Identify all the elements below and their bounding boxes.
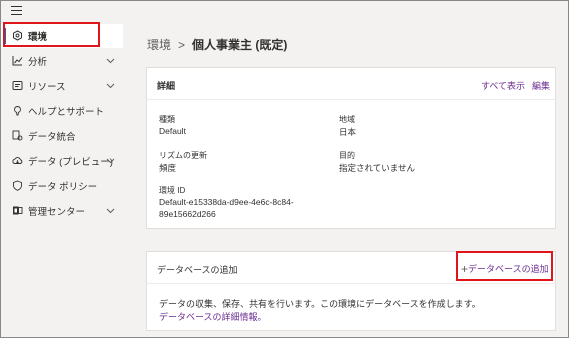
add-database-button[interactable]: +データベースの追加 — [461, 261, 549, 276]
chevron-down-icon[interactable] — [106, 156, 115, 165]
sidebar-item-label: データ統合 — [28, 132, 76, 143]
card-divider — [147, 283, 555, 284]
sidebar-item-data-policies[interactable]: データ ポリシー — [1, 174, 123, 198]
resources-icon — [12, 80, 23, 91]
breadcrumb: 環境 > 個人事業主 (既定) — [147, 36, 287, 53]
sidebar-item-label: ヘルプとサポート — [28, 107, 105, 118]
details-card: 詳細 すべて表示 編集 種類 Default 地域 日本 リズムの更新 頻度 目… — [146, 67, 556, 229]
purpose-label: 目的 — [339, 151, 355, 160]
database-description: データの収集、保存、共有を行います。この環境にデータベースを作成します。 — [159, 299, 481, 309]
data-preview-icon — [12, 155, 23, 166]
sidebar-item-label: 環境 — [28, 32, 48, 43]
refresh-cadence-label: リズムの更新 — [159, 151, 207, 160]
add-database-card-title: データベースの追加 — [157, 265, 238, 275]
sidebar-item-analytics[interactable]: 分析 — [1, 49, 123, 73]
database-details-link[interactable]: データベースの詳細情報。 — [159, 310, 267, 323]
type-value: Default — [159, 126, 186, 136]
sidebar-item-label: 管理センター — [28, 207, 86, 218]
add-database-button-label: データベースの追加 — [468, 264, 549, 274]
refresh-cadence-value: 頻度 — [159, 163, 177, 173]
sidebar-item-label: データ ポリシー — [28, 182, 98, 193]
sidebar-item-help-support[interactable]: ヘルプとサポート — [1, 99, 123, 123]
edit-link[interactable]: 編集 — [532, 79, 550, 92]
sidebar: 環境 分析 リソース ヘルプとサポート データ統合 データ (プレビュー) デー… — [1, 21, 123, 337]
analytics-icon — [12, 55, 23, 66]
region-value: 日本 — [339, 127, 357, 137]
environment-icon — [12, 30, 23, 41]
region-label: 地域 — [339, 115, 355, 124]
breadcrumb-current: 個人事業主 (既定) — [192, 38, 288, 52]
admin-center-icon — [12, 205, 23, 216]
shield-icon — [12, 180, 23, 191]
sidebar-item-environments[interactable]: 環境 — [1, 24, 123, 48]
plus-icon: + — [461, 262, 469, 276]
sidebar-item-data-preview[interactable]: データ (プレビュー) — [1, 149, 123, 173]
add-database-card: データベースの追加 +データベースの追加 データの収集、保存、共有を行います。こ… — [146, 251, 556, 331]
help-icon — [12, 105, 23, 116]
environment-id-value-line1: Default-e15338da-d9ee-4e6c-8c84- — [159, 197, 294, 207]
sidebar-item-label: データ (プレビュー) — [28, 157, 113, 168]
hamburger-icon[interactable] — [11, 6, 22, 15]
type-label: 種類 — [159, 115, 175, 124]
purpose-value: 指定されていません — [339, 163, 415, 173]
sidebar-item-data-integration[interactable]: データ統合 — [1, 124, 123, 148]
sidebar-item-admin-centers[interactable]: 管理センター — [1, 199, 123, 223]
breadcrumb-environments-link[interactable]: 環境 — [147, 38, 171, 52]
details-card-title: 詳細 — [157, 81, 176, 91]
breadcrumb-separator: > — [178, 38, 186, 52]
card-divider — [147, 99, 555, 100]
environment-id-value-line2: 89e15662d266 — [159, 209, 216, 219]
top-bar — [1, 1, 568, 21]
environment-id-label: 環境 ID — [159, 186, 186, 195]
chevron-down-icon[interactable] — [106, 56, 115, 65]
sidebar-item-resources[interactable]: リソース — [1, 74, 123, 98]
chevron-down-icon[interactable] — [106, 206, 115, 215]
sidebar-item-label: 分析 — [28, 57, 48, 68]
chevron-down-icon[interactable] — [106, 81, 115, 90]
sidebar-item-label: リソース — [28, 82, 66, 93]
see-all-link[interactable]: すべて表示 — [481, 79, 525, 92]
data-integration-icon — [12, 130, 23, 141]
main-content: 環境 > 個人事業主 (既定) 詳細 すべて表示 編集 種類 Default 地域 … — [123, 21, 568, 337]
